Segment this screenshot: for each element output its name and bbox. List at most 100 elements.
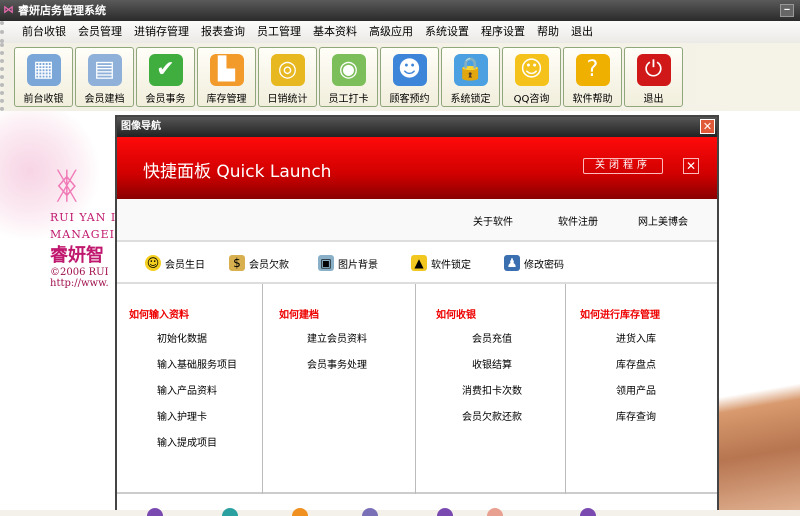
bottom-icon[interactable] [487, 508, 503, 516]
help-link[interactable]: 会员欠款还款 [462, 408, 522, 423]
bottom-icon[interactable] [222, 508, 238, 516]
help-link[interactable]: 收银结算 [472, 356, 512, 371]
dialog-close-button[interactable]: ✕ [700, 119, 715, 134]
help-column: 如何输入资料初始化数据输入基础服务项目 输入产品资料 输入护理卡输入提成项目 [117, 284, 263, 494]
column-title: 如何进行库存管理 [580, 310, 660, 321]
help-link[interactable]: 进货入库 [616, 330, 656, 345]
toolbar-button-3[interactable]: ✔ 会员事务 [136, 47, 195, 107]
toolbar-button-label: 库存管理 [206, 94, 247, 105]
toolbar: ▦ 前台收银 ▤ 会员建档 ✔ 会员事务 ▙ 库存管理 ◎ 日销统计 ◉ 员工打卡 ☻ 顾客预约 🔒 系统锁定… [0, 43, 800, 111]
toolbar-button-label: 员工打卡 [328, 94, 369, 105]
about-link[interactable]: 关于软件 [473, 213, 513, 228]
brand-logo: ᛤ RUI YAN I MANAGEI 睿妍智 ©2006 RUI http:/… [50, 166, 117, 289]
menu-item[interactable]: 员工管理 [251, 21, 307, 43]
help-link[interactable]: 消费扣卡次数 [462, 382, 522, 397]
help-link[interactable]: 建立会员资料 [307, 330, 367, 345]
menu-item[interactable]: 会员管理 [72, 21, 128, 43]
toolbar-button-9[interactable]: ☺ QQ咨询 [502, 47, 561, 107]
menu-item[interactable]: 程序设置 [475, 21, 531, 43]
column-title: 如何建档 [279, 310, 319, 321]
power-icon: ⏻ [636, 54, 671, 86]
online-expo-link[interactable]: 网上美博会 [638, 213, 688, 228]
user-password-icon: ♟ [504, 255, 520, 271]
help-link[interactable]: 会员事务处理 [307, 356, 367, 371]
user-clock-icon: ◉ [331, 54, 366, 86]
menu-item[interactable]: 前台收银 [16, 21, 72, 43]
help-link[interactable]: 库存盘点 [616, 356, 656, 371]
member-card-icon: ▤ [87, 54, 122, 86]
help-columns: 如何输入资料 初始化数据 输入基础服务项目 输入产品资料 输入护理卡 输入提成项目 如何建档… [117, 284, 717, 494]
shortcut-software-lock[interactable]: ▲ 软件锁定 [411, 255, 471, 271]
toolbar-button-label: 退出 [643, 94, 664, 105]
register-link[interactable]: 软件注册 [558, 213, 598, 228]
toolbar-button-10[interactable]: ? 软件帮助 [563, 47, 622, 107]
factory-icon: ▙ [209, 54, 244, 86]
help-question-icon: ? [575, 54, 610, 86]
shortcut-member-debt[interactable]: $ 会员欠款 [229, 255, 289, 271]
picture-icon: ▣ [318, 255, 334, 271]
folder-icon: ✔ [148, 54, 183, 86]
customer-icon: ☻ [392, 54, 427, 86]
toolbar-button-label: 系统锁定 [450, 94, 491, 105]
shortcut-picture-background[interactable]: ▣ 图片背景 [318, 255, 378, 271]
lock-icon: 🔒 [453, 54, 488, 86]
help-column: 如何建档建立会员资料 会员事务处理 [263, 284, 416, 494]
help-link[interactable]: 输入提成项目 [157, 434, 217, 449]
help-link[interactable]: 领用产品 [616, 382, 656, 397]
toolbar-button-label: 前台收银 [23, 94, 64, 105]
shortcut-member-birthday[interactable]: ☺ 会员生日 [145, 255, 205, 271]
column-title: 如何收银 [436, 310, 476, 321]
toolbar-button-6[interactable]: ◉ 员工打卡 [319, 47, 378, 107]
links-row: 关于软件 软件注册 网上美博会 [117, 199, 717, 242]
bottom-icon[interactable] [580, 508, 596, 516]
padlock-icon: ▲ [411, 255, 427, 271]
toolbar-button-label: 日销统计 [267, 94, 308, 105]
bottom-icon[interactable] [362, 508, 378, 516]
close-program-button[interactable]: 关闭程序 [583, 158, 663, 174]
column-title: 如何输入资料 [129, 310, 189, 321]
toolbar-button-11[interactable]: ⏻ 退出 [624, 47, 683, 107]
smiley-icon: ☺ [145, 255, 161, 271]
toolbar-button-4[interactable]: ▙ 库存管理 [197, 47, 256, 107]
toolbar-button-label: 顾客预约 [389, 94, 430, 105]
toolbar-button-label: QQ咨询 [513, 94, 550, 105]
menu-item[interactable]: 帮助 [531, 21, 565, 43]
shortcut-change-password[interactable]: ♟ 修改密码 [504, 255, 564, 271]
shortcut-row: ☺ 会员生日 $ 会员欠款 ▣ 图片背景 ▲ 软件锁定 ♟ 修改密码 [117, 242, 717, 284]
app-title-bar: ⋈ 睿妍店务管理系统 ‒ [0, 0, 800, 21]
help-link[interactable]: 库存查询 [616, 408, 656, 423]
toolbar-button-2[interactable]: ▤ 会员建档 [75, 47, 134, 107]
menu-bar: 前台收银 会员管理 进销存管理 报表查询 员工管理 基本资料 高级应用 系统设置… [0, 21, 800, 43]
toolbar-button-label: 会员建档 [84, 94, 125, 105]
help-link[interactable]: 初始化数据 [157, 330, 207, 345]
toolbar-button-1[interactable]: ▦ 前台收银 [14, 47, 73, 107]
bottom-icon[interactable] [292, 508, 308, 516]
menu-item[interactable]: 报表查询 [195, 21, 251, 43]
app-title: 睿妍店务管理系统 [18, 4, 106, 17]
calculator-icon: ▦ [26, 54, 61, 86]
header-close-icon[interactable]: ✕ [683, 158, 699, 174]
header-title: 快捷面板 Quick Launch [143, 162, 332, 182]
toolbar-button-8[interactable]: 🔒 系统锁定 [441, 47, 500, 107]
menu-item[interactable]: 进销存管理 [128, 21, 195, 43]
toolbar-button-7[interactable]: ☻ 顾客预约 [380, 47, 439, 107]
bottom-icon[interactable] [147, 508, 163, 516]
help-link[interactable]: 输入护理卡 [157, 408, 207, 423]
bottom-icon[interactable] [437, 508, 453, 516]
bottom-icon-row [117, 494, 717, 516]
help-column: 如何进行库存管理进货入库库存盘点领用产品库存查询 [566, 284, 718, 494]
minimize-button[interactable]: ‒ [780, 4, 794, 17]
menu-item[interactable]: 退出 [565, 21, 599, 43]
toolbar-button-label: 软件帮助 [572, 94, 613, 105]
coins-icon: ◎ [270, 54, 305, 86]
toolbar-button-5[interactable]: ◎ 日销统计 [258, 47, 317, 107]
help-link[interactable]: 输入产品资料 [157, 382, 217, 397]
menu-item[interactable]: 基本资料 [307, 21, 363, 43]
help-link[interactable]: 输入基础服务项目 [157, 356, 237, 371]
help-column: 如何收银会员充值收银结算消费扣卡次数 会员欠款还款 [416, 284, 566, 494]
help-link[interactable]: 会员充值 [472, 330, 512, 345]
menu-item[interactable]: 系统设置 [419, 21, 475, 43]
quick-launch-dialog: 图像导航 ✕ 快捷面板 Quick Launch 关闭程序 ✕ 关于软件 软件注… [115, 115, 719, 516]
dialog-title-bar: 图像导航 ✕ [117, 117, 717, 137]
menu-item[interactable]: 高级应用 [363, 21, 419, 43]
